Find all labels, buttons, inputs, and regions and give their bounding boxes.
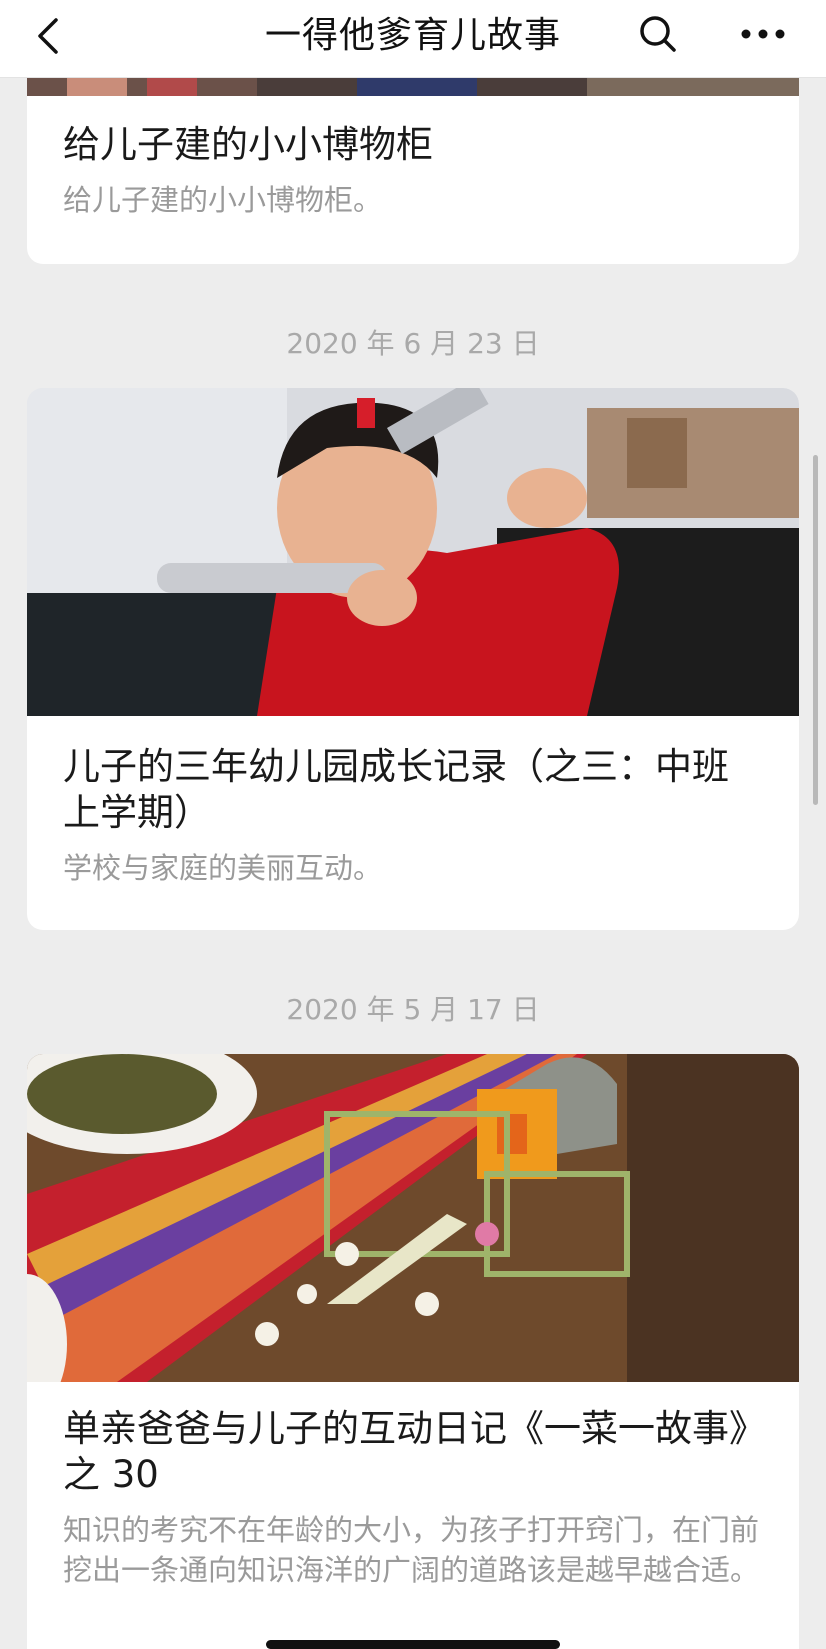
more-dots-icon: [741, 29, 785, 39]
page-title: 一得他爹育儿故事: [264, 15, 561, 56]
back-button[interactable]: [30, 14, 74, 58]
publish-date: 2020 年 6 月 23 日: [286, 327, 540, 360]
search-icon: [640, 16, 676, 52]
article-description: 学校与家庭的美丽互动。: [63, 851, 383, 885]
scrollbar[interactable]: [813, 455, 818, 805]
home-indicator[interactable]: [266, 1640, 560, 1649]
article-title: 单亲爸爸与儿子的互动日记《一菜一故事》之 30: [63, 1407, 748, 1496]
article-description: 知识的考究不在年龄的大小，为孩子打开窍门，在门前挖出一条通向知识海洋的广阔的道路…: [63, 1513, 760, 1587]
article-description: 给儿子建的小小博物柜。: [63, 183, 383, 217]
article-cover-image: [27, 388, 799, 716]
article-title: 给儿子建的小小博物柜: [63, 123, 433, 166]
chevron-left-icon: [38, 18, 58, 54]
article-cover-image: [27, 1054, 799, 1382]
top-nav-bar: 一得他爹育儿故事: [0, 0, 826, 78]
more-options-button[interactable]: [738, 12, 788, 56]
publish-date: 2020 年 5 月 17 日: [286, 993, 540, 1026]
article-card[interactable]: 单亲爸爸与儿子的互动日记《一菜一故事》之 30 知识的考究不在年龄的大小，为孩子…: [27, 1054, 799, 1649]
article-title: 儿子的三年幼儿园成长记录（之三：中班上学期）: [63, 745, 729, 834]
search-button[interactable]: [636, 12, 680, 56]
article-card[interactable]: 儿子的三年幼儿园成长记录（之三：中班上学期） 学校与家庭的美丽互动。: [27, 388, 799, 930]
